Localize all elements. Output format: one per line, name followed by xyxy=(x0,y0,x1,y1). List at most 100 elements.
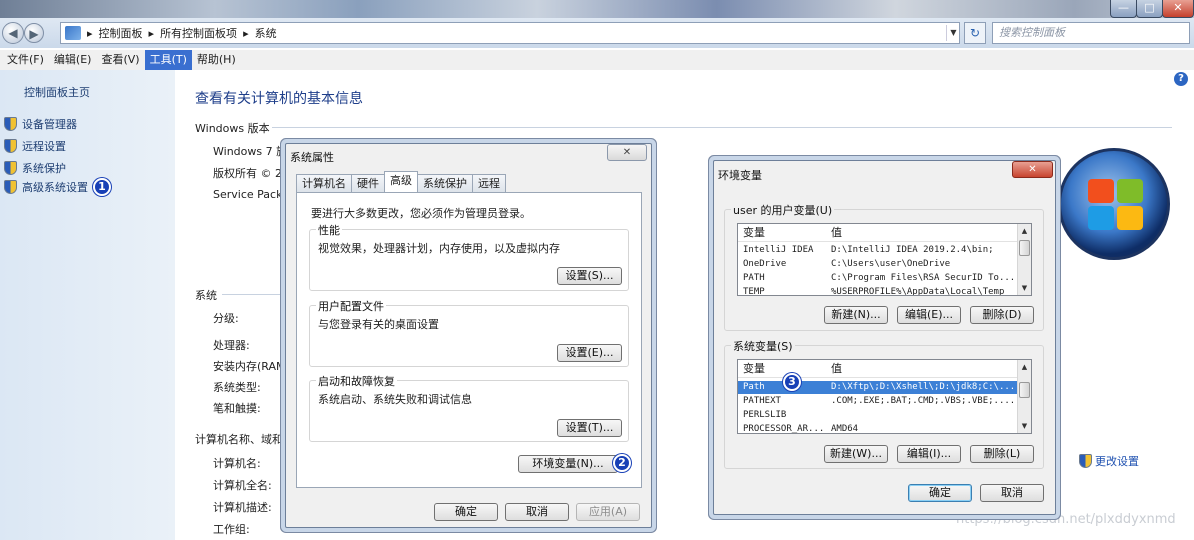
list-item[interactable]: IntelliJ IDEA D:\IntelliJ IDEA 2019.2.4\b… xyxy=(738,244,1018,257)
tab-remote[interactable]: 远程 xyxy=(472,174,506,192)
sidebar-item-device-manager[interactable]: 设备管理器 xyxy=(4,116,77,132)
column-header-value[interactable]: 值 xyxy=(831,224,842,242)
change-settings-link[interactable]: 更改设置 xyxy=(1079,453,1139,469)
close-icon: ✕ xyxy=(622,147,632,158)
maximize-icon: □ xyxy=(1144,1,1155,14)
menu-view[interactable]: 查看(V) xyxy=(96,50,144,70)
tab-computer-name[interactable]: 计算机名 xyxy=(296,174,352,192)
list-item[interactable]: TEMP %USERPROFILE%\AppData\Local\Temp xyxy=(738,286,1018,295)
apply-button[interactable]: 应用(A) xyxy=(576,503,640,521)
address-bar[interactable]: ▸ 控制面板 ▸ 所有控制面板项 ▸ 系统 xyxy=(60,22,960,44)
dialog-close-button[interactable]: ✕ xyxy=(607,144,647,161)
menu-help[interactable]: 帮助(H) xyxy=(192,50,241,70)
sidebar-item-advanced[interactable]: 高级系统设置 1 xyxy=(4,178,111,196)
dialog-title: 环境变量 xyxy=(718,169,762,182)
cancel-button[interactable]: 取消 xyxy=(505,503,569,521)
maximize-button[interactable]: □ xyxy=(1136,0,1163,18)
user-edit-button[interactable]: 编辑(E)... xyxy=(897,306,961,324)
sidebar-item-remote[interactable]: 远程设置 xyxy=(4,138,66,154)
list-item[interactable]: PATHEXT .COM;.EXE;.BAT;.CMD;.VBS;.VBE;...… xyxy=(738,395,1018,408)
group-title: user 的用户变量(U) xyxy=(731,202,835,218)
user-variables-list[interactable]: 变量 值 IntelliJ IDEA D:\IntelliJ IDEA 2019.… xyxy=(737,223,1032,296)
system-delete-button[interactable]: 删除(L) xyxy=(970,445,1034,463)
change-settings-label: 更改设置 xyxy=(1095,455,1139,468)
list-item[interactable]: PERLSLIB xyxy=(738,409,1018,422)
group-desc: 系统启动、系统失败和调试信息 xyxy=(318,393,472,406)
system-new-button[interactable]: 新建(W)... xyxy=(824,445,888,463)
breadcrumb-system[interactable]: 系统 xyxy=(255,25,277,41)
var-name: PERLSLIB xyxy=(743,410,787,420)
system-edit-button[interactable]: 编辑(I)... xyxy=(897,445,961,463)
column-header-value[interactable]: 值 xyxy=(831,360,842,378)
profile-settings-button[interactable]: 设置(E)... xyxy=(557,344,622,362)
user-variables-group: user 的用户变量(U) 变量 值 IntelliJ IDEA D:\Intel… xyxy=(724,202,1044,331)
var-name: OneDrive xyxy=(743,259,787,269)
menu-file[interactable]: 文件(F) xyxy=(2,50,49,70)
group-desc: 与您登录有关的桌面设置 xyxy=(318,318,439,331)
shield-icon xyxy=(1079,454,1092,468)
sidebar-home-link[interactable]: 控制面板主页 xyxy=(24,84,90,100)
divider xyxy=(222,294,282,295)
column-header-variable[interactable]: 变量 xyxy=(743,360,765,378)
scroll-thumb[interactable] xyxy=(1019,382,1030,398)
dialog-close-button[interactable]: ✕ xyxy=(1012,161,1053,178)
tab-hardware[interactable]: 硬件 xyxy=(351,174,385,192)
close-window-button[interactable]: ✕ xyxy=(1162,0,1194,18)
var-value: C:\Program Files\RSA SecurID To... xyxy=(831,273,1016,283)
forward-button[interactable]: ▶ xyxy=(24,23,44,43)
shield-icon xyxy=(4,161,17,175)
sidebar-item-protection[interactable]: 系统保护 xyxy=(4,160,66,176)
step-badge: 2 xyxy=(613,454,631,472)
scroll-up-icon[interactable]: ▲ xyxy=(1018,360,1031,374)
environment-variables-button[interactable]: 环境变量(N)... xyxy=(518,455,618,473)
chevron-down-icon: ▼ xyxy=(950,28,957,37)
control-panel-icon xyxy=(65,26,81,40)
tab-advanced[interactable]: 高级 xyxy=(384,171,418,192)
environment-variables-dialog: 环境变量 ✕ user 的用户变量(U) 变量 值 IntelliJ IDEA D… xyxy=(713,160,1056,515)
user-new-button[interactable]: 新建(N)... xyxy=(824,306,888,324)
sidebar-item-label: 远程设置 xyxy=(22,140,66,153)
list-item[interactable]: PROCESSOR_AR... AMD64 xyxy=(738,423,1018,433)
info-row: 版权所有 © 20 xyxy=(213,167,289,180)
step-badge: 3 xyxy=(783,373,801,391)
system-variables-list[interactable]: 变量 值 Path D:\Xftp\;D:\Xshell\;D:\jdk8;C:\… xyxy=(737,359,1032,434)
menu-edit[interactable]: 编辑(E) xyxy=(49,50,97,70)
back-button[interactable]: ◀ xyxy=(2,22,24,44)
page-title: 查看有关计算机的基本信息 xyxy=(195,91,363,107)
group-desc: 视觉效果，处理器计划，内存使用，以及虚拟内存 xyxy=(318,242,560,255)
ok-button[interactable]: 确定 xyxy=(908,484,972,502)
tab-system-protection[interactable]: 系统保护 xyxy=(417,174,473,192)
scrollbar[interactable]: ▲ ▼ xyxy=(1017,224,1031,295)
ok-button[interactable]: 确定 xyxy=(434,503,498,521)
scroll-up-icon[interactable]: ▲ xyxy=(1018,224,1031,238)
close-icon: ✕ xyxy=(1028,164,1037,175)
help-icon[interactable]: ? xyxy=(1174,72,1188,86)
scrollbar[interactable]: ▲ ▼ xyxy=(1017,360,1031,433)
scroll-thumb[interactable] xyxy=(1019,240,1030,256)
column-header-variable[interactable]: 变量 xyxy=(743,224,765,242)
list-item[interactable]: OneDrive C:\Users\user\OneDrive xyxy=(738,258,1018,271)
menu-tools[interactable]: 工具(T) xyxy=(144,50,192,70)
system-variables-group: 系统变量(S) 变量 值 Path D:\Xftp\;D:\Xshell\;D:\… xyxy=(724,338,1044,469)
shield-icon xyxy=(4,180,17,194)
breadcrumb-all-items[interactable]: 所有控制面板项 xyxy=(160,25,237,41)
forward-arrow-icon: ▶ xyxy=(29,27,39,41)
search-input[interactable]: 搜索控制面板 xyxy=(992,22,1190,44)
breadcrumb-separator-icon: ▸ xyxy=(148,26,155,40)
list-item-selected[interactable]: Path D:\Xftp\;D:\Xshell\;D:\jdk8;C:\... xyxy=(738,381,1018,394)
list-item[interactable]: PATH C:\Program Files\RSA SecurID To... xyxy=(738,272,1018,285)
cancel-button[interactable]: 取消 xyxy=(980,484,1044,502)
minimize-button[interactable]: — xyxy=(1110,0,1137,18)
advanced-tab-panel: 要进行大多数更改，您必须作为管理员登录。 性能 视觉效果，处理器计划，内存使用，… xyxy=(296,192,642,488)
refresh-button[interactable]: ↻ xyxy=(964,22,986,44)
performance-settings-button[interactable]: 设置(S)... xyxy=(557,267,622,285)
address-dropdown[interactable]: ▼ xyxy=(946,25,960,41)
var-name: PATHEXT xyxy=(743,396,781,406)
breadcrumb-separator-icon: ▸ xyxy=(243,26,249,40)
scroll-down-icon[interactable]: ▼ xyxy=(1018,281,1031,295)
startup-settings-button[interactable]: 设置(T)... xyxy=(557,419,622,437)
info-label: 笔和触摸: xyxy=(213,402,261,415)
breadcrumb-control-panel[interactable]: 控制面板 xyxy=(99,25,143,41)
user-delete-button[interactable]: 删除(D) xyxy=(970,306,1034,324)
scroll-down-icon[interactable]: ▼ xyxy=(1018,419,1031,433)
